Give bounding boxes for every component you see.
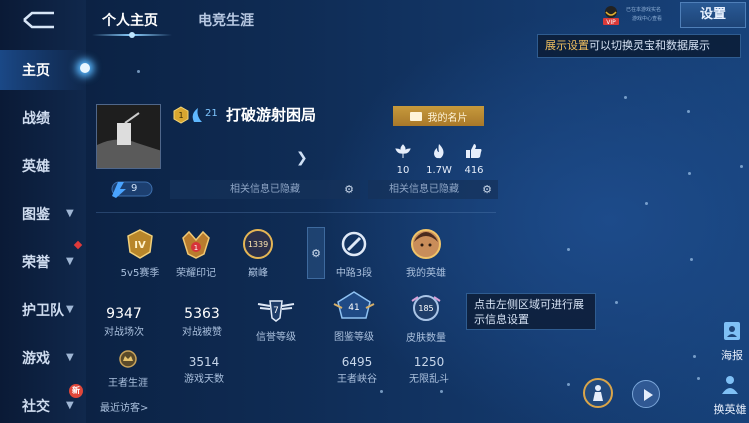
season-rank-icon: IV (127, 229, 153, 259)
rank-level: 21 (205, 108, 218, 119)
info-settings-tooltip: 点击左侧区域可进行展示信息设置 (466, 293, 596, 330)
skin-icon: 185 (411, 295, 441, 321)
honor-peak[interactable]: 1339 巅峰 (228, 228, 288, 279)
gear-icon[interactable]: ⚙ (482, 180, 492, 199)
play-icon (644, 389, 653, 401)
peak-icon: 1339 (243, 229, 273, 259)
flower-icon (395, 144, 411, 158)
character-action-button[interactable] (583, 378, 613, 408)
tab-personal-home[interactable]: 个人主页 (102, 10, 158, 30)
game-days-stat[interactable]: 3514 游戏天数 (169, 355, 239, 385)
honor-mark-icon: 1 (182, 230, 210, 259)
codex-icon: 41 (333, 291, 375, 319)
settings-tooltip: 展示设置可以切换灵宝和数据展示 (537, 34, 741, 58)
vip-icon[interactable]: VIP (600, 4, 622, 26)
settings-button[interactable]: 设置 (680, 2, 746, 28)
divider (96, 212, 496, 213)
my-card-button[interactable]: 我的名片 (393, 106, 484, 126)
fire-icon (434, 144, 444, 159)
thumbs-up-icon (466, 144, 482, 158)
codex-level-stat[interactable]: 41 图鉴等级 (324, 290, 384, 343)
chevron-down-icon: ▼ (66, 304, 74, 315)
likes-stat[interactable]: 416 (454, 143, 494, 176)
recent-visitors-link[interactable]: 最近访客> (100, 399, 148, 414)
realname-notice: 已在本游戏实名 (626, 7, 662, 13)
chevron-down-icon: ▼ (66, 400, 74, 411)
honor-lane[interactable]: 中路3段 (324, 228, 384, 279)
sidebar-item-guard[interactable]: 护卫队 ▼ (0, 290, 86, 330)
player-level: 9 (131, 183, 138, 194)
chevron-down-icon: ▼ (66, 352, 74, 363)
sidebar-item-games[interactable]: 游戏 ▼ (0, 338, 86, 378)
sidebar-item-heroes[interactable]: 英雄 (0, 146, 86, 186)
new-badge: 新 (69, 384, 83, 398)
tab-esports-career[interactable]: 电竞生涯 (198, 10, 254, 30)
svg-text:IV: IV (134, 240, 146, 251)
card-icon (409, 111, 422, 121)
svg-text:1: 1 (194, 244, 198, 252)
svg-text:VIP: VIP (606, 19, 616, 26)
sidebar-item-codex[interactable]: 图鉴 ▼ (0, 194, 86, 234)
chevron-down-icon: ▼ (66, 256, 74, 267)
kings-canyon-stat[interactable]: 6495 王者峡谷 (322, 355, 392, 385)
realname-notice-2: 游戏中心查看 (632, 16, 663, 22)
person-icon (593, 385, 603, 401)
hero-portrait-icon (411, 229, 441, 259)
svg-text:1: 1 (178, 111, 183, 120)
svg-text:7: 7 (273, 306, 279, 316)
svg-text:1339: 1339 (248, 240, 268, 249)
popularity-stat[interactable]: 1.7W (419, 143, 459, 176)
match-likes-stat[interactable]: 5363 对战被赞 (167, 306, 237, 338)
total-matches-stat[interactable]: 9347 对战场次 (89, 306, 159, 338)
sidebar-item-home[interactable]: 主页 (0, 50, 86, 90)
lane-icon (341, 231, 367, 257)
infinite-brawl-stat[interactable]: 1250 无限乱斗 (394, 355, 464, 385)
skin-count-stat[interactable]: 185 皮肤数量 (396, 293, 456, 344)
chevron-down-icon: ▼ (66, 208, 74, 219)
sidebar-item-honor[interactable]: 荣誉 ▼ (0, 242, 86, 282)
swap-hero-icon (722, 376, 738, 394)
credit-level-stat[interactable]: 7 信誉等级 (246, 298, 306, 343)
profile-screen: { "sidebar": { "items": [ {"label": "主页"… (0, 0, 749, 423)
king-career-stat[interactable]: 王者生涯 (98, 350, 158, 389)
hidden-info-bar-1[interactable]: 相关信息已隐藏 ⚙ (170, 180, 360, 199)
active-tab-dot (129, 32, 135, 38)
chevron-right-icon[interactable]: ❯ (296, 150, 308, 166)
credit-icon: 7 (257, 300, 295, 322)
play-button[interactable] (632, 380, 660, 408)
avatar[interactable] (96, 104, 161, 169)
honor-settings-gear-icon[interactable]: ⚙ (307, 227, 325, 279)
change-hero-button[interactable]: 换英雄 (710, 374, 749, 417)
poster-icon (724, 322, 740, 340)
back-arrow-icon[interactable] (18, 10, 58, 30)
svg-text:185: 185 (418, 304, 433, 313)
player-name: 打破游射困局 (226, 106, 317, 124)
sidebar-item-record[interactable]: 战绩 (0, 98, 86, 138)
svg-text:41: 41 (348, 303, 359, 313)
king-icon (119, 350, 137, 368)
honor-season[interactable]: IV 5v5赛季 (110, 228, 170, 279)
honor-my-hero[interactable]: 我的英雄 (396, 228, 456, 279)
gear-icon[interactable]: ⚙ (344, 180, 354, 199)
active-indicator (80, 63, 90, 73)
flower-stat[interactable]: 10 (383, 143, 423, 176)
honor-mark[interactable]: 1 荣耀印记 (166, 228, 226, 279)
hidden-info-bar-2[interactable]: 相关信息已隐藏 ⚙ (368, 180, 498, 199)
sidebar: 主页 战绩 英雄 图鉴 ▼ 荣誉 ▼ 护卫队 ▼ 游戏 ▼ 社交 ▼ 新 (0, 0, 86, 423)
poster-button[interactable]: 海报 (712, 320, 749, 363)
